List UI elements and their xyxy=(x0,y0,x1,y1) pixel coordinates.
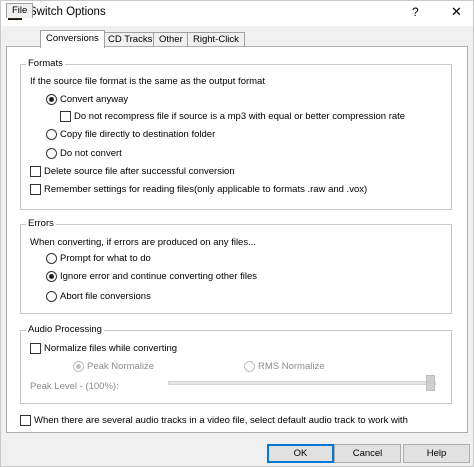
prompt-label[interactable]: Prompt for what to do xyxy=(60,253,151,264)
convert-anyway-radio[interactable] xyxy=(46,94,57,105)
errors-intro-text: When converting, if errors are produced … xyxy=(30,237,257,248)
abort-radio[interactable] xyxy=(46,291,57,302)
do-not-convert-label[interactable]: Do not convert xyxy=(60,148,122,159)
do-not-recompress-label[interactable]: Do not recompress file if source is a mp… xyxy=(74,111,405,122)
window-title: Switch Options xyxy=(29,6,106,18)
cancel-button[interactable]: Cancel xyxy=(334,444,401,463)
tab-cd-tracks[interactable]: CD Tracks xyxy=(102,32,159,47)
help-button[interactable]: Help xyxy=(403,444,470,463)
title-bar: Switch Options ? ✕ xyxy=(1,1,473,26)
audio-processing-legend: Audio Processing xyxy=(26,324,104,335)
help-icon[interactable]: ? xyxy=(412,5,419,19)
audio-tracks-checkbox[interactable] xyxy=(20,415,31,426)
remember-settings-label[interactable]: Remember settings for reading files(only… xyxy=(44,184,367,195)
audio-tracks-label[interactable]: When there are several audio tracks in a… xyxy=(34,415,408,426)
errors-legend: Errors xyxy=(26,218,56,229)
formats-legend: Formats xyxy=(26,58,65,69)
prompt-radio[interactable] xyxy=(46,253,57,264)
normalize-checkbox[interactable] xyxy=(30,343,41,354)
rms-normalize-label[interactable]: RMS Normalize xyxy=(258,361,325,372)
copy-directly-label[interactable]: Copy file directly to destination folder xyxy=(60,129,215,140)
audio-processing-group xyxy=(20,330,452,404)
ignore-error-label[interactable]: Ignore error and continue converting oth… xyxy=(60,271,257,282)
ignore-error-radio[interactable] xyxy=(46,271,57,282)
switch-options-dialog: Switch Options ? ✕ File Conversions CD T… xyxy=(0,0,474,467)
delete-source-checkbox[interactable] xyxy=(30,166,41,177)
normalize-label[interactable]: Normalize files while converting xyxy=(44,343,177,354)
convert-anyway-label[interactable]: Convert anyway xyxy=(60,94,128,105)
do-not-convert-radio[interactable] xyxy=(46,148,57,159)
abort-label[interactable]: Abort file conversions xyxy=(60,291,151,302)
do-not-recompress-checkbox[interactable] xyxy=(60,111,71,122)
peak-level-slider-thumb[interactable] xyxy=(426,375,435,391)
rms-normalize-radio[interactable] xyxy=(244,361,255,372)
remember-settings-checkbox[interactable] xyxy=(30,184,41,195)
peak-level-label: Peak Level - (100%): xyxy=(30,381,119,392)
copy-directly-radio[interactable] xyxy=(46,129,57,140)
tab-right-click[interactable]: Right-Click xyxy=(187,32,245,47)
tab-conversions[interactable]: Conversions xyxy=(40,30,105,48)
close-icon[interactable]: ✕ xyxy=(451,4,462,20)
formats-intro-text: If the source file format is the same as… xyxy=(30,76,265,87)
peak-normalize-radio[interactable] xyxy=(73,361,84,372)
delete-source-label[interactable]: Delete source file after successful conv… xyxy=(44,166,235,177)
ok-button[interactable]: OK xyxy=(267,444,334,463)
tab-other[interactable]: Other xyxy=(153,32,189,47)
tab-file[interactable]: File xyxy=(6,3,34,18)
peak-level-slider-track[interactable] xyxy=(168,381,436,385)
peak-normalize-label[interactable]: Peak Normalize xyxy=(87,361,154,372)
